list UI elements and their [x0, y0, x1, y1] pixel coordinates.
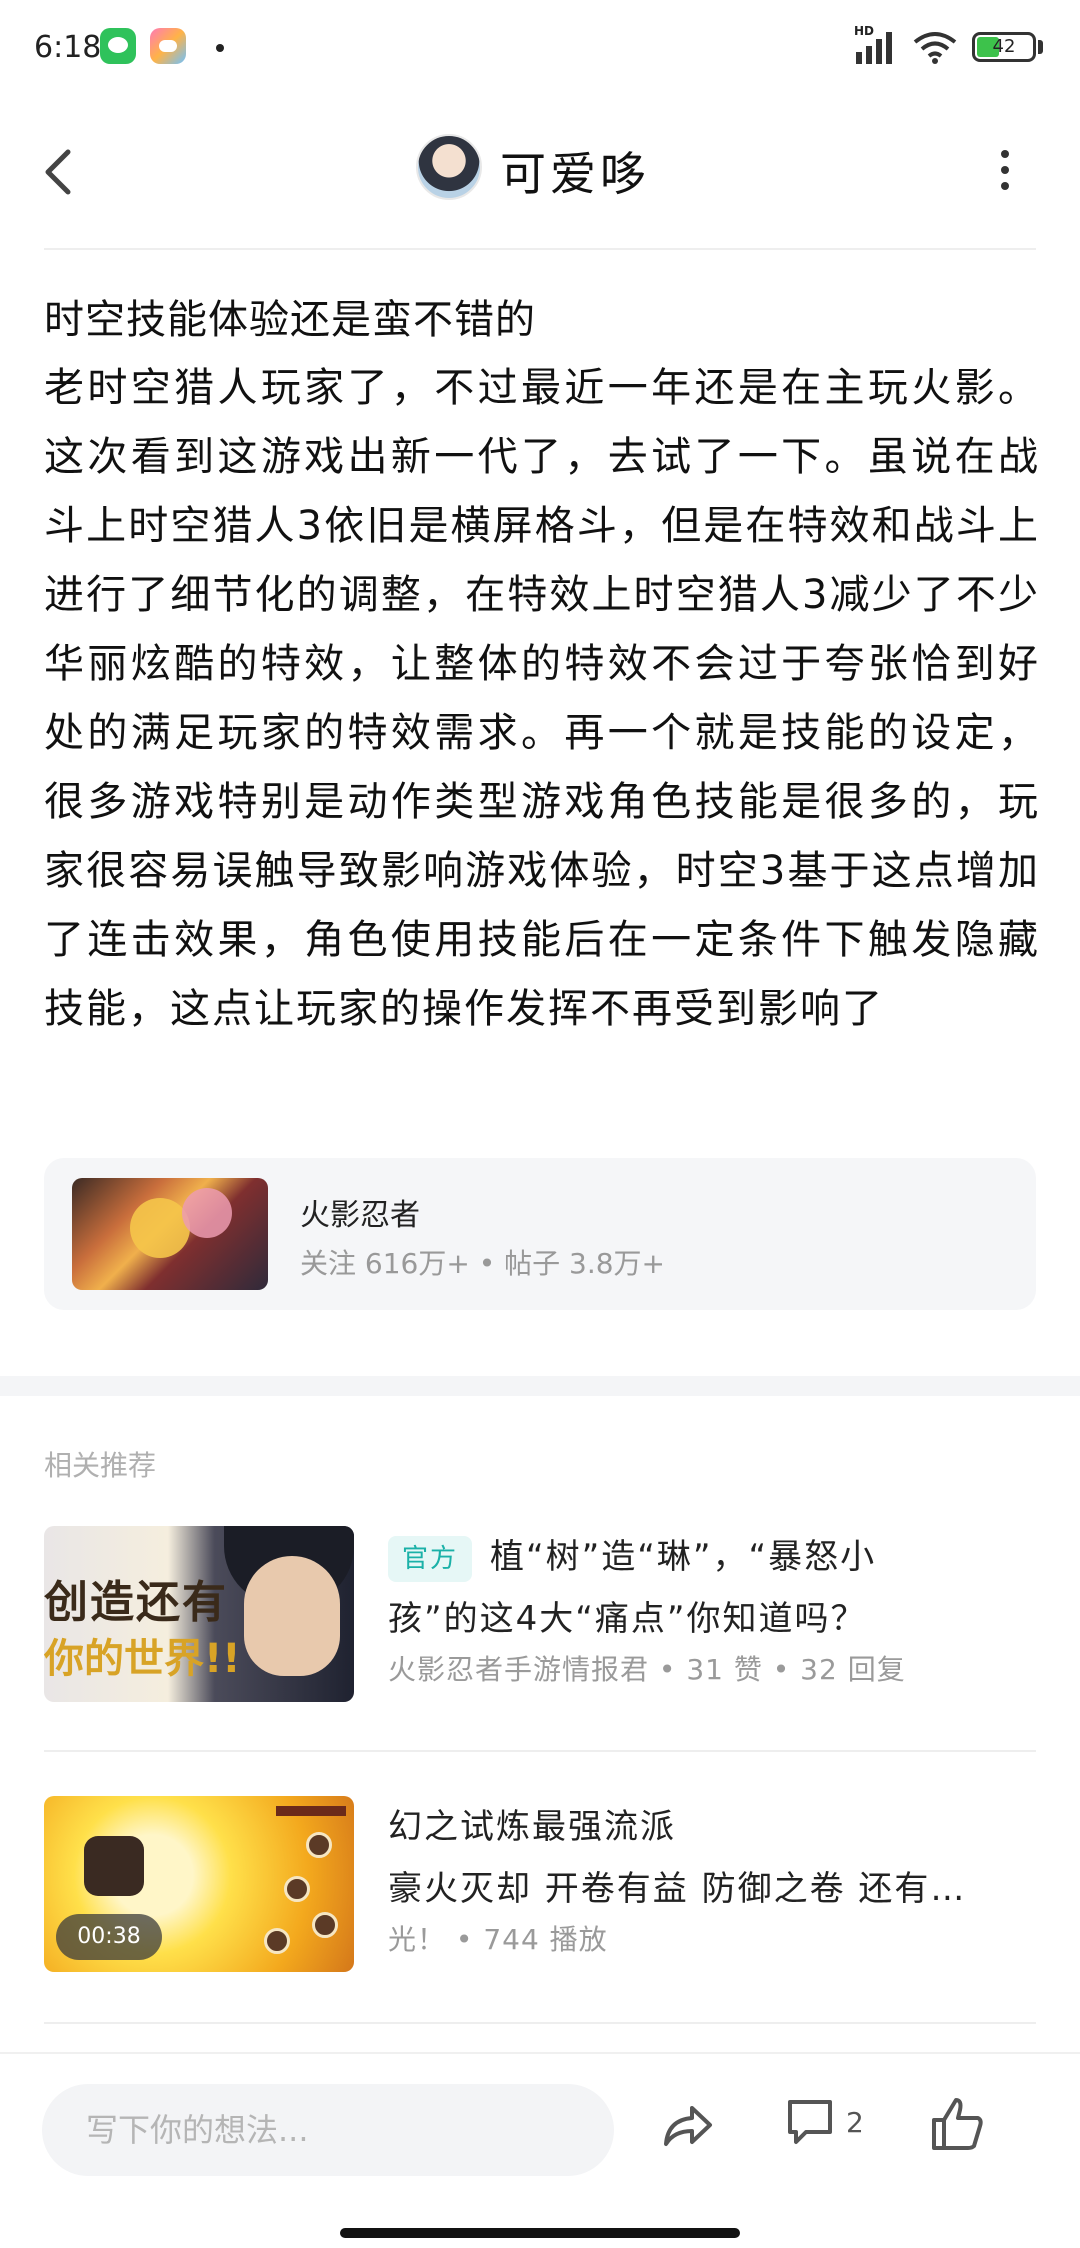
skill-circle: [312, 1912, 338, 1938]
top-nav: 可爱哆: [0, 96, 1080, 250]
related-title-line: 幻之试炼最强流派: [388, 1807, 676, 1847]
forum-card[interactable]: 火影忍者 关注 616万+ • 帖子 3.8万+: [44, 1158, 1036, 1310]
notification-dot-icon: [216, 44, 224, 52]
section-separator: [0, 1376, 1080, 1396]
divider: [44, 248, 1036, 250]
post-title: 时空技能体验还是蛮不错的: [44, 297, 536, 343]
user-name[interactable]: 可爱哆: [500, 138, 650, 204]
comment-icon: [788, 2100, 832, 2144]
related-item[interactable]: 00:38 幻之试炼最强流派 豪火灭却 开卷有益 防御之卷 还有… 光！ • 7…: [44, 1796, 1036, 1972]
comment-button[interactable]: 2: [786, 2098, 896, 2154]
related-title-line: 官方 植“树”造“琳”，“暴怒小: [388, 1526, 1036, 1588]
post-body: 老时空猎人玩家了，不过最近一年还是在主玩火影。这次看到这游戏出新一代了，去试了一…: [44, 365, 1040, 1032]
related-text: 官方 植“树”造“琳”，“暴怒小 孩”的这4大“痛点”你知道吗？ 火影忍者手游情报…: [388, 1526, 1036, 1690]
forum-stats: 关注 616万+ • 帖子 3.8万+: [300, 1247, 666, 1280]
more-dot-icon: [1001, 166, 1009, 174]
bottom-action-bar: 写下你的想法... 2: [0, 2052, 1080, 2248]
related-meta: 火影忍者手游情报君 • 31 赞 • 32 回复: [388, 1653, 906, 1686]
related-thumbnail: 创造还有 你的世界!!: [44, 1526, 354, 1702]
thumbnail-caption: 你的世界!!: [44, 1636, 241, 1682]
thumbnail-caption: 创造还有: [44, 1577, 228, 1628]
comment-count: 2: [846, 2106, 864, 2139]
avatar[interactable]: [416, 134, 482, 200]
video-duration: 00:38: [56, 1914, 162, 1960]
skill-circle: [284, 1876, 310, 1902]
related-title-text: 植“树”造“琳”，“暴怒小: [490, 1537, 877, 1577]
share-icon[interactable]: [660, 2098, 716, 2154]
divider: [44, 2022, 1036, 2024]
divider: [44, 1750, 1036, 1752]
signal-icon: [856, 32, 892, 64]
related-text: 幻之试炼最强流派 豪火灭却 开卷有益 防御之卷 还有… 光！ • 744 播放: [388, 1796, 1036, 1960]
related-title-line: 豪火灭却 开卷有益 防御之卷 还有…: [388, 1869, 967, 1909]
official-badge: 官方: [388, 1535, 473, 1582]
related-section-title: 相关推荐: [44, 1449, 157, 1482]
status-bar: 6:18 HD 42: [0, 0, 1080, 96]
forum-thumbnail: [72, 1178, 268, 1290]
comment-input[interactable]: 写下你的想法...: [42, 2084, 614, 2176]
forum-name: 火影忍者: [300, 1198, 420, 1233]
wechat-icon: [100, 28, 136, 64]
battery-icon: 42: [972, 32, 1036, 62]
more-dot-icon: [1001, 182, 1009, 190]
battery-cap: [1038, 40, 1043, 54]
related-item[interactable]: 创造还有 你的世界!! 官方 植“树”造“琳”，“暴怒小 孩”的这4大“痛点”你知…: [44, 1526, 1036, 1702]
skill-circle: [306, 1832, 332, 1858]
back-button[interactable]: [36, 136, 84, 208]
more-dot-icon: [1001, 150, 1009, 158]
wifi-icon: [913, 32, 957, 64]
game-center-icon: [150, 28, 186, 64]
related-video-thumbnail: 00:38: [44, 1796, 354, 1972]
character-face: [244, 1556, 340, 1676]
hud-bar: [276, 1806, 346, 1816]
related-meta: 光！ • 744 播放: [388, 1923, 608, 1956]
like-icon[interactable]: [930, 2094, 986, 2154]
skill-circle: [264, 1928, 290, 1954]
more-options-button[interactable]: [984, 140, 1024, 200]
fist-icon: [84, 1836, 144, 1896]
status-time: 6:18: [34, 30, 102, 65]
related-title-line: 孩”的这4大“痛点”你知道吗？: [388, 1599, 867, 1639]
battery-percent: 42: [992, 36, 1016, 57]
home-indicator: [340, 2228, 740, 2238]
